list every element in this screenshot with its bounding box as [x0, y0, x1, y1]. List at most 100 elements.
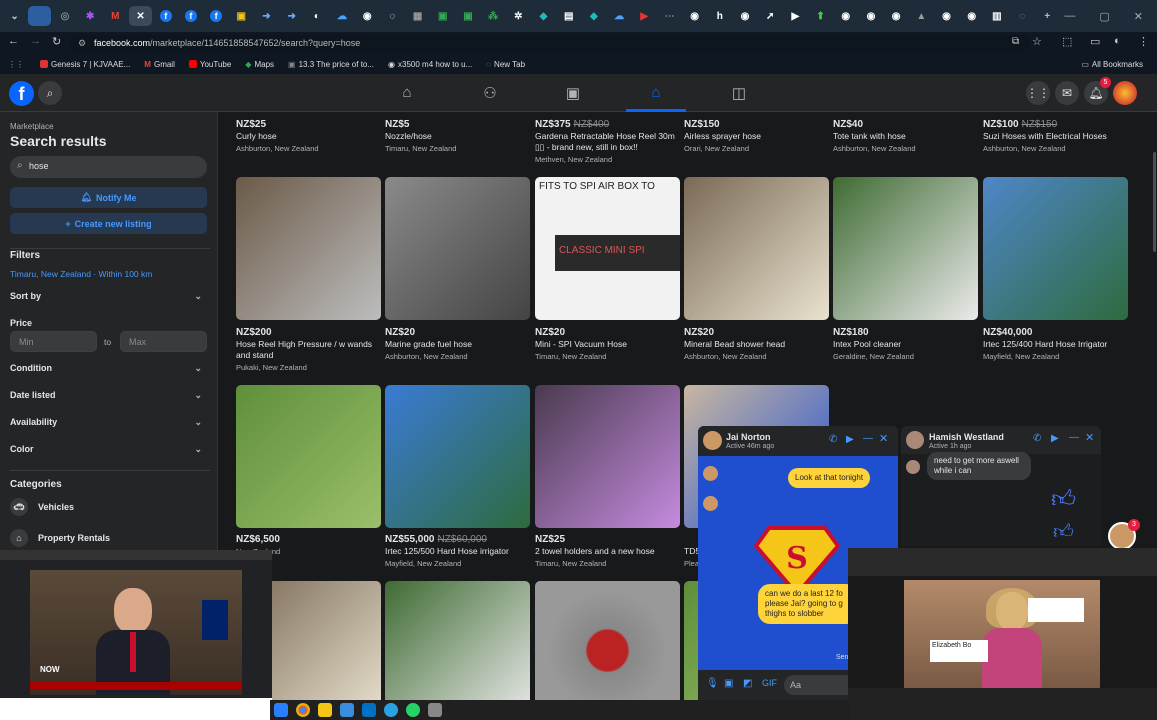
listing-card[interactable]: NZ$40 Tote tank with hose Ashburton, New Z… [833, 119, 978, 153]
search-input[interactable]: ⌕ hose [10, 156, 207, 178]
condition-dropdown[interactable]: Condition ⌄ [10, 363, 202, 373]
bookmark-star-icon[interactable]: ☆ [1032, 35, 1042, 48]
file-explorer-icon[interactable] [318, 703, 332, 717]
marketplace-icon[interactable]: ⌂ [646, 84, 666, 102]
reload-icon[interactable]: ↻ [52, 35, 61, 48]
maximize-icon[interactable]: ▢ [1099, 10, 1109, 23]
browser-tab[interactable]: ◎ [53, 6, 76, 26]
listing-photo[interactable] [385, 385, 530, 528]
extensions-icon[interactable]: ⬚ [1062, 35, 1072, 48]
listing-photo[interactable] [983, 177, 1128, 320]
browser-tab[interactable]: M [104, 6, 127, 26]
browser-tab[interactable]: ☁ [608, 6, 631, 26]
browser-tab[interactable]: ◉ [885, 6, 908, 26]
site-info-icon[interactable]: ⚙ [78, 35, 86, 52]
listing-card[interactable]: NZ$25 Curly hose Ashburton, New Zealand [236, 119, 381, 153]
gaming-icon[interactable]: ◫ [729, 84, 749, 102]
listing-card[interactable]: NZ$20 Marine grade fuel hose Ashburton, Ne… [385, 177, 530, 361]
listing-card[interactable]: NZ$6,500New Zealand [236, 385, 381, 556]
profile-icon[interactable]: ◐ [1114, 35, 1121, 47]
bookmark-item[interactable]: M Gmail [144, 60, 175, 69]
browser-tab[interactable]: ➚ [759, 6, 782, 26]
video-controls[interactable] [848, 688, 1157, 720]
camera-icon[interactable] [428, 703, 442, 717]
browser-tab[interactable]: ◌ [1011, 6, 1034, 26]
gif-icon[interactable]: GIF [762, 678, 777, 688]
category-property-rentals[interactable]: ⌂ Property Rentals [10, 529, 110, 547]
video-overlay-right[interactable]: Elizabeth Bo [848, 548, 1157, 720]
video-controls[interactable] [0, 698, 272, 720]
browser-tab[interactable]: ◉ [683, 6, 706, 26]
browser-tab[interactable]: ✲ [507, 6, 530, 26]
category-vehicles[interactable]: 🚗︎ Vehicles [10, 498, 74, 516]
sticker-icon[interactable]: ◩ [743, 678, 752, 689]
browser-tab[interactable]: f [154, 6, 177, 26]
browser-tab[interactable]: ◉ [859, 6, 882, 26]
browser-tab[interactable]: ◉ [935, 6, 958, 26]
browser-tab[interactable]: ◉ [834, 6, 857, 26]
minimize-chat-icon[interactable]: — [1069, 432, 1079, 443]
date-listed-dropdown[interactable]: Date listed ⌄ [10, 390, 202, 400]
listing-photo[interactable] [684, 177, 829, 320]
listing-card[interactable]: NZ$100 NZ$150 Suzi Hoses with Electrical H… [983, 119, 1128, 153]
store-icon[interactable] [340, 703, 354, 717]
listing-card[interactable]: NZ$25 2 towel holders and a new hose Timar… [535, 385, 680, 568]
breadcrumb[interactable]: Marketplace [10, 122, 54, 131]
edge-icon[interactable] [274, 703, 288, 717]
mail-icon[interactable] [362, 703, 376, 717]
account-avatar[interactable] [1113, 81, 1137, 105]
browser-tab[interactable]: h [708, 6, 731, 26]
listing-photo[interactable] [535, 385, 680, 528]
location-filter-link[interactable]: Timaru, New Zealand · Within 100 km [10, 269, 152, 279]
browser-tab[interactable]: f [179, 6, 202, 26]
side-panel-icon[interactable]: ▭ [1090, 35, 1100, 48]
call-icon[interactable]: ✆ [829, 434, 837, 445]
bookmark-item[interactable]: ◌ New Tab [486, 60, 525, 69]
browser-tab[interactable]: ◆ [582, 6, 605, 26]
whatsapp-icon[interactable] [406, 703, 420, 717]
video-overlay-left[interactable]: NOW [0, 550, 272, 720]
telegram-icon[interactable] [384, 703, 398, 717]
max-price-field[interactable]: Max [120, 331, 207, 352]
browser-tab[interactable]: ◉ [960, 6, 983, 26]
scrollbar-thumb[interactable] [1153, 152, 1156, 252]
browser-tab[interactable]: ◌ [381, 6, 404, 26]
listing-card[interactable]: NZ$150 Airless sprayer hose Orari, New Zea… [684, 119, 829, 153]
listing-photo[interactable] [833, 177, 978, 320]
browser-tab-active[interactable]: ✕ [129, 6, 153, 26]
bookmark-item[interactable]: YouTube [188, 60, 231, 69]
facebook-logo-icon[interactable]: f [9, 81, 34, 106]
video-call-icon[interactable]: ▶ [1051, 433, 1059, 444]
listing-card[interactable]: FITS TO SPI AIR BOX TO CLASSIC MINI SPI NZ… [535, 177, 680, 361]
bookmark-item[interactable]: ◆ Maps [245, 60, 274, 69]
close-chat-icon[interactable]: ✕ [879, 432, 888, 445]
messenger-icon[interactable]: ✉ [1055, 81, 1079, 105]
tab-list-button[interactable]: ⌄ [3, 6, 26, 26]
chat-header[interactable]: Jai Norton Active 46m ago ✆ ▶ — ✕ [698, 426, 898, 456]
sort-by-dropdown[interactable]: Sort by ⌄ [10, 291, 202, 301]
browser-tab[interactable]: ◉ [356, 6, 379, 26]
min-price-field[interactable]: Min [10, 331, 97, 352]
browser-tab[interactable]: ◉ [734, 6, 757, 26]
listing-photo[interactable] [236, 385, 381, 528]
browser-tab[interactable]: ▶ [784, 6, 807, 26]
bookmark-item[interactable]: ◉ x3500 m4 how to u... [388, 60, 472, 69]
browser-tab[interactable]: ▶ [633, 6, 656, 26]
listing-card[interactable]: NZ$40,000 Irtec 125/400 Hard Hose Irrigat… [983, 177, 1128, 361]
notify-me-button[interactable]: 🔔︎ Notify Me [10, 187, 207, 208]
browser-tab[interactable]: ▣ [431, 6, 454, 26]
call-icon[interactable]: ✆ [1033, 433, 1041, 444]
browser-tab[interactable]: ▣ [456, 6, 479, 26]
menu-grid-icon[interactable]: ⋮⋮ [1026, 81, 1050, 105]
close-chat-icon[interactable]: ✕ [1085, 431, 1094, 444]
browser-tab[interactable]: ⁂ [482, 6, 505, 26]
listing-card[interactable]: NZ$55,000 NZ$60,000 Irtec 125/500 Hard Hos… [385, 385, 530, 568]
apps-grid-icon[interactable]: ⋮⋮ [8, 60, 24, 69]
browser-tab[interactable]: ▦ [406, 6, 429, 26]
close-window-icon[interactable]: ✕ [1134, 10, 1143, 23]
listing-card[interactable]: NZ$5 Nozzle/hose Timaru, New Zealand [385, 119, 530, 153]
minimize-icon[interactable]: — [1064, 10, 1075, 23]
image-icon[interactable]: ▣ [724, 678, 733, 689]
listing-card[interactable]: NZ$375 NZ$400 Gardena Retractable Hose Ree… [535, 119, 680, 164]
browser-tab[interactable] [28, 6, 52, 26]
